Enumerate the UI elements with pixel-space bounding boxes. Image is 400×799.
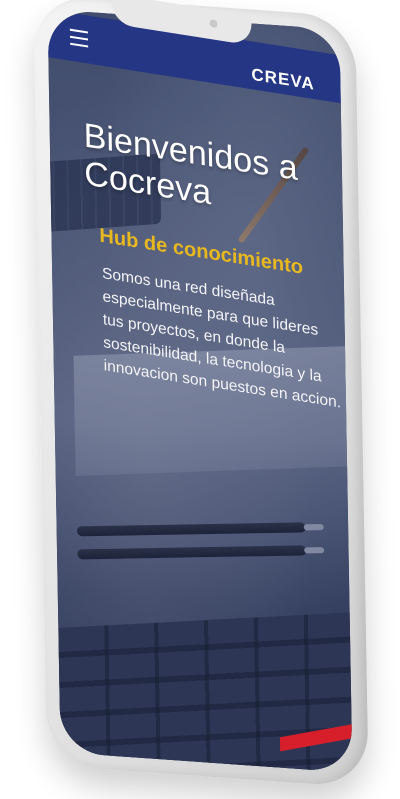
phone-mockup: CREVA Bienvenidos a Cocreva Hub de conoc… <box>33 0 369 788</box>
hero-content: Bienvenidos a Cocreva Hub de conocimient… <box>83 116 341 412</box>
hamburger-menu-icon[interactable] <box>69 28 89 48</box>
phone-screen: CREVA Bienvenidos a Cocreva Hub de conoc… <box>47 9 353 773</box>
camera-dot <box>209 18 218 29</box>
